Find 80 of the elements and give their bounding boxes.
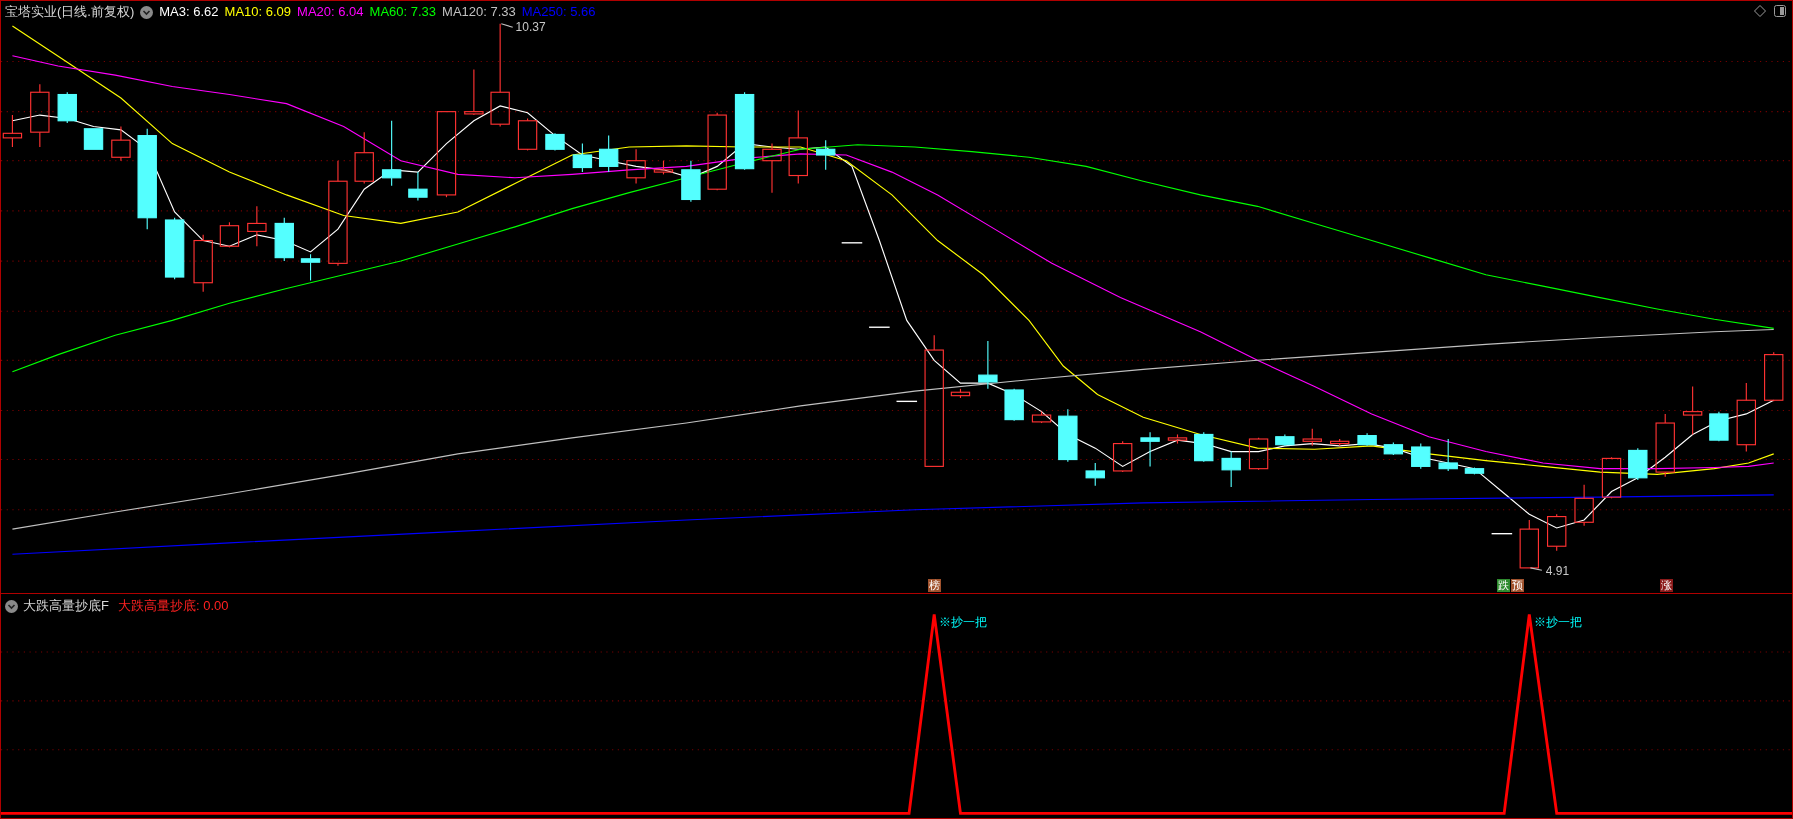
candlestick — [1464, 466, 1485, 475]
moving-average-label: MA60: 7.33 — [369, 4, 437, 20]
leader-line — [500, 23, 514, 28]
candlestick — [1655, 413, 1675, 478]
candlestick — [219, 221, 240, 248]
candlestick — [2, 114, 23, 148]
candlestick — [1329, 438, 1350, 447]
candlestick — [30, 83, 50, 148]
candlestick — [1112, 440, 1133, 473]
indicator-reading: 大跌高量抄底: 0.00 — [117, 598, 229, 614]
signal-marker: 涨 — [1660, 579, 1674, 592]
candlestick — [1031, 411, 1052, 424]
moving-average-label: MA20: 6.04 — [297, 4, 364, 20]
candlestick — [1275, 433, 1295, 447]
candlestick — [1574, 484, 1594, 527]
candlestick — [1058, 408, 1078, 463]
candlestick — [1490, 533, 1513, 535]
candlestick — [950, 388, 971, 399]
moving-average-label: MA250: 5.66 — [521, 4, 596, 20]
candlestick — [1764, 351, 1784, 402]
signal-marker: 榜 — [928, 579, 942, 592]
candlestick — [841, 242, 863, 244]
dropdown-icon[interactable] — [5, 599, 18, 613]
candlestick — [978, 340, 998, 390]
candlestick — [1248, 437, 1269, 471]
moving-average-label: MA10: 6.09 — [224, 4, 292, 20]
candlestick — [193, 234, 213, 293]
panel-toggle-icon[interactable] — [1774, 5, 1786, 17]
candlestick — [1302, 428, 1322, 447]
moving-average-label: MA3: 6.62 — [159, 4, 219, 20]
indicator-title: 大跌高量抄底F — [23, 598, 109, 614]
stock-title: 宝塔实业(日线.前复权) — [5, 4, 135, 20]
candlestick — [517, 117, 538, 151]
candlestick — [247, 205, 267, 247]
candlestick — [111, 125, 131, 162]
signal-marker: 预 — [1511, 579, 1525, 592]
candlestick — [1682, 385, 1703, 435]
candlestick — [868, 326, 891, 328]
candlestick — [1221, 451, 1241, 488]
candlestick — [1167, 433, 1188, 445]
candlestick — [762, 143, 782, 194]
candlestick — [354, 131, 374, 185]
candlestick — [681, 160, 701, 203]
leader-line — [1529, 567, 1543, 571]
candlestick — [164, 217, 185, 280]
candlestick — [83, 128, 104, 150]
candlestick — [381, 120, 402, 187]
candlestick — [598, 135, 619, 173]
candlestick — [1085, 462, 1105, 487]
candlestick — [408, 171, 428, 202]
candlestick — [815, 139, 836, 171]
candlestick — [653, 160, 674, 175]
candlestick — [57, 91, 77, 124]
candlestick — [464, 68, 484, 116]
signal-label: ※抄一把 — [1534, 615, 1583, 629]
candlestick — [626, 148, 646, 185]
candlestick — [572, 143, 593, 173]
candlestick — [1383, 441, 1404, 456]
candlestick — [1411, 443, 1431, 470]
candlestick — [1709, 411, 1729, 442]
candlestick — [1004, 388, 1024, 422]
signal-marker: 跌 — [1496, 579, 1510, 592]
candlestick — [1357, 432, 1377, 447]
high-price-label: 10.37 — [515, 20, 546, 35]
dropdown-icon[interactable] — [140, 5, 154, 19]
candlestick — [1519, 519, 1539, 569]
candlestick — [300, 253, 321, 282]
signal-label: ※抄一把 — [938, 615, 987, 629]
candlestick — [274, 217, 294, 262]
candlestick — [1547, 513, 1567, 552]
candlestick — [1140, 431, 1160, 467]
candlestick — [1601, 456, 1622, 499]
candlestick — [1736, 382, 1756, 453]
candlestick — [1438, 438, 1458, 472]
candlestick — [1194, 431, 1214, 463]
moving-average-label: MA120: 7.33 — [442, 4, 516, 20]
low-price-label: 4.91 — [1545, 564, 1570, 579]
candlestick — [895, 400, 918, 403]
candlestick — [1628, 447, 1648, 481]
candlestick — [545, 132, 565, 151]
